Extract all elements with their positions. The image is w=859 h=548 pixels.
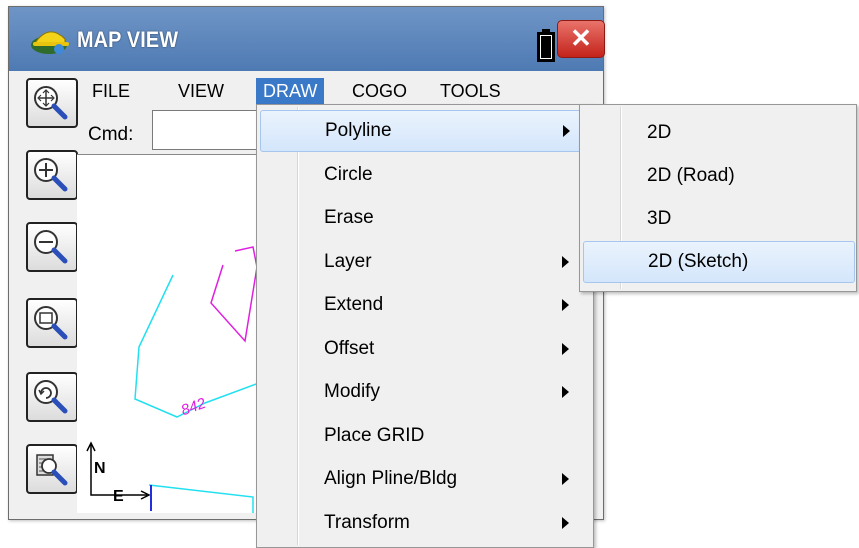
submenu-item-2d-sketch[interactable]: 2D (Sketch) bbox=[583, 241, 855, 283]
hardhat-logo-icon bbox=[31, 31, 69, 54]
close-button[interactable]: ✕ bbox=[557, 20, 605, 58]
zoom-previous-button[interactable] bbox=[26, 372, 78, 422]
menu-item-label: Transform bbox=[324, 512, 410, 533]
menu-draw[interactable]: DRAW bbox=[256, 78, 325, 104]
menu-cogo[interactable]: COGO bbox=[352, 78, 407, 104]
zoom-extents-icon bbox=[34, 86, 68, 120]
command-label: Cmd: bbox=[88, 124, 134, 145]
submenu-arrow-icon bbox=[562, 386, 569, 398]
submenu-item-label: 3D bbox=[647, 208, 672, 229]
menu-item-circle[interactable]: Circle bbox=[260, 155, 588, 195]
magenta-polyline bbox=[210, 246, 258, 343]
submenu-arrow-icon bbox=[562, 517, 569, 529]
menu-item-label: Erase bbox=[324, 207, 374, 228]
menu-item-label: Offset bbox=[324, 338, 375, 359]
zoom-previous-icon bbox=[34, 380, 68, 414]
menu-item-place-grid[interactable]: Place GRID bbox=[260, 416, 588, 456]
submenu-item-label: 2D bbox=[647, 122, 672, 143]
menu-item-label: Polyline bbox=[325, 120, 392, 141]
zoom-settings-icon bbox=[36, 454, 68, 486]
submenu-item-2d-road[interactable]: 2D (Road) bbox=[583, 156, 853, 196]
menu-item-align-pline-bldg[interactable]: Align Pline/Bldg bbox=[260, 459, 588, 499]
submenu-arrow-icon bbox=[562, 256, 569, 268]
command-input[interactable] bbox=[152, 110, 264, 150]
zoom-out-icon bbox=[34, 230, 68, 264]
zoom-settings-button[interactable] bbox=[26, 444, 78, 494]
menu-tools[interactable]: TOOLS bbox=[440, 78, 501, 104]
battery-icon bbox=[537, 29, 555, 62]
menu-item-label: Extend bbox=[324, 294, 384, 315]
cyan-polyline-lower bbox=[148, 484, 254, 513]
zoom-in-button[interactable] bbox=[26, 150, 78, 200]
east-label: E bbox=[113, 488, 124, 505]
menu-item-transform[interactable]: Transform bbox=[260, 503, 588, 543]
zoom-in-icon bbox=[34, 158, 68, 192]
menu-item-label: Place GRID bbox=[324, 425, 425, 446]
submenu-arrow-icon bbox=[562, 343, 569, 355]
submenu-arrow-icon bbox=[562, 473, 569, 485]
title-bar: MAP VIEW bbox=[9, 7, 603, 71]
menu-item-polyline[interactable]: Polyline bbox=[260, 110, 590, 152]
submenu-item-label: 2D (Road) bbox=[647, 165, 735, 186]
menu-item-layer[interactable]: Layer bbox=[260, 242, 588, 282]
menu-item-modify[interactable]: Modify bbox=[260, 372, 588, 412]
zoom-window-button[interactable] bbox=[26, 298, 78, 348]
submenu-item-label: 2D (Sketch) bbox=[648, 251, 749, 272]
menu-item-erase[interactable]: Erase bbox=[260, 198, 588, 238]
submenu-arrow-icon bbox=[563, 125, 570, 137]
submenu-arrow-icon bbox=[562, 299, 569, 311]
zoom-extents-button[interactable] bbox=[26, 78, 78, 128]
zoom-out-button[interactable] bbox=[26, 222, 78, 272]
menu-item-label: Circle bbox=[324, 164, 373, 185]
point-label: 842 bbox=[179, 395, 209, 420]
menu-file[interactable]: FILE bbox=[92, 78, 130, 104]
menu-view[interactable]: VIEW bbox=[178, 78, 224, 104]
submenu-item-3d[interactable]: 3D bbox=[583, 199, 853, 239]
menu-item-label: Align Pline/Bldg bbox=[324, 468, 458, 489]
menu-item-extend[interactable]: Extend bbox=[260, 285, 588, 325]
polyline-submenu: 2D 2D (Road) 3D 2D (Sketch) bbox=[579, 104, 857, 292]
north-label: N bbox=[94, 460, 106, 477]
submenu-item-2d[interactable]: 2D bbox=[583, 113, 853, 153]
zoom-window-icon bbox=[34, 306, 68, 340]
menu-item-label: Layer bbox=[324, 251, 372, 272]
draw-menu: Polyline Circle Erase Layer Extend Offse… bbox=[256, 104, 594, 548]
window-title: MAP VIEW bbox=[77, 27, 179, 52]
menu-item-offset[interactable]: Offset bbox=[260, 329, 588, 369]
menu-item-label: Modify bbox=[324, 381, 380, 402]
close-icon: ✕ bbox=[570, 23, 592, 53]
